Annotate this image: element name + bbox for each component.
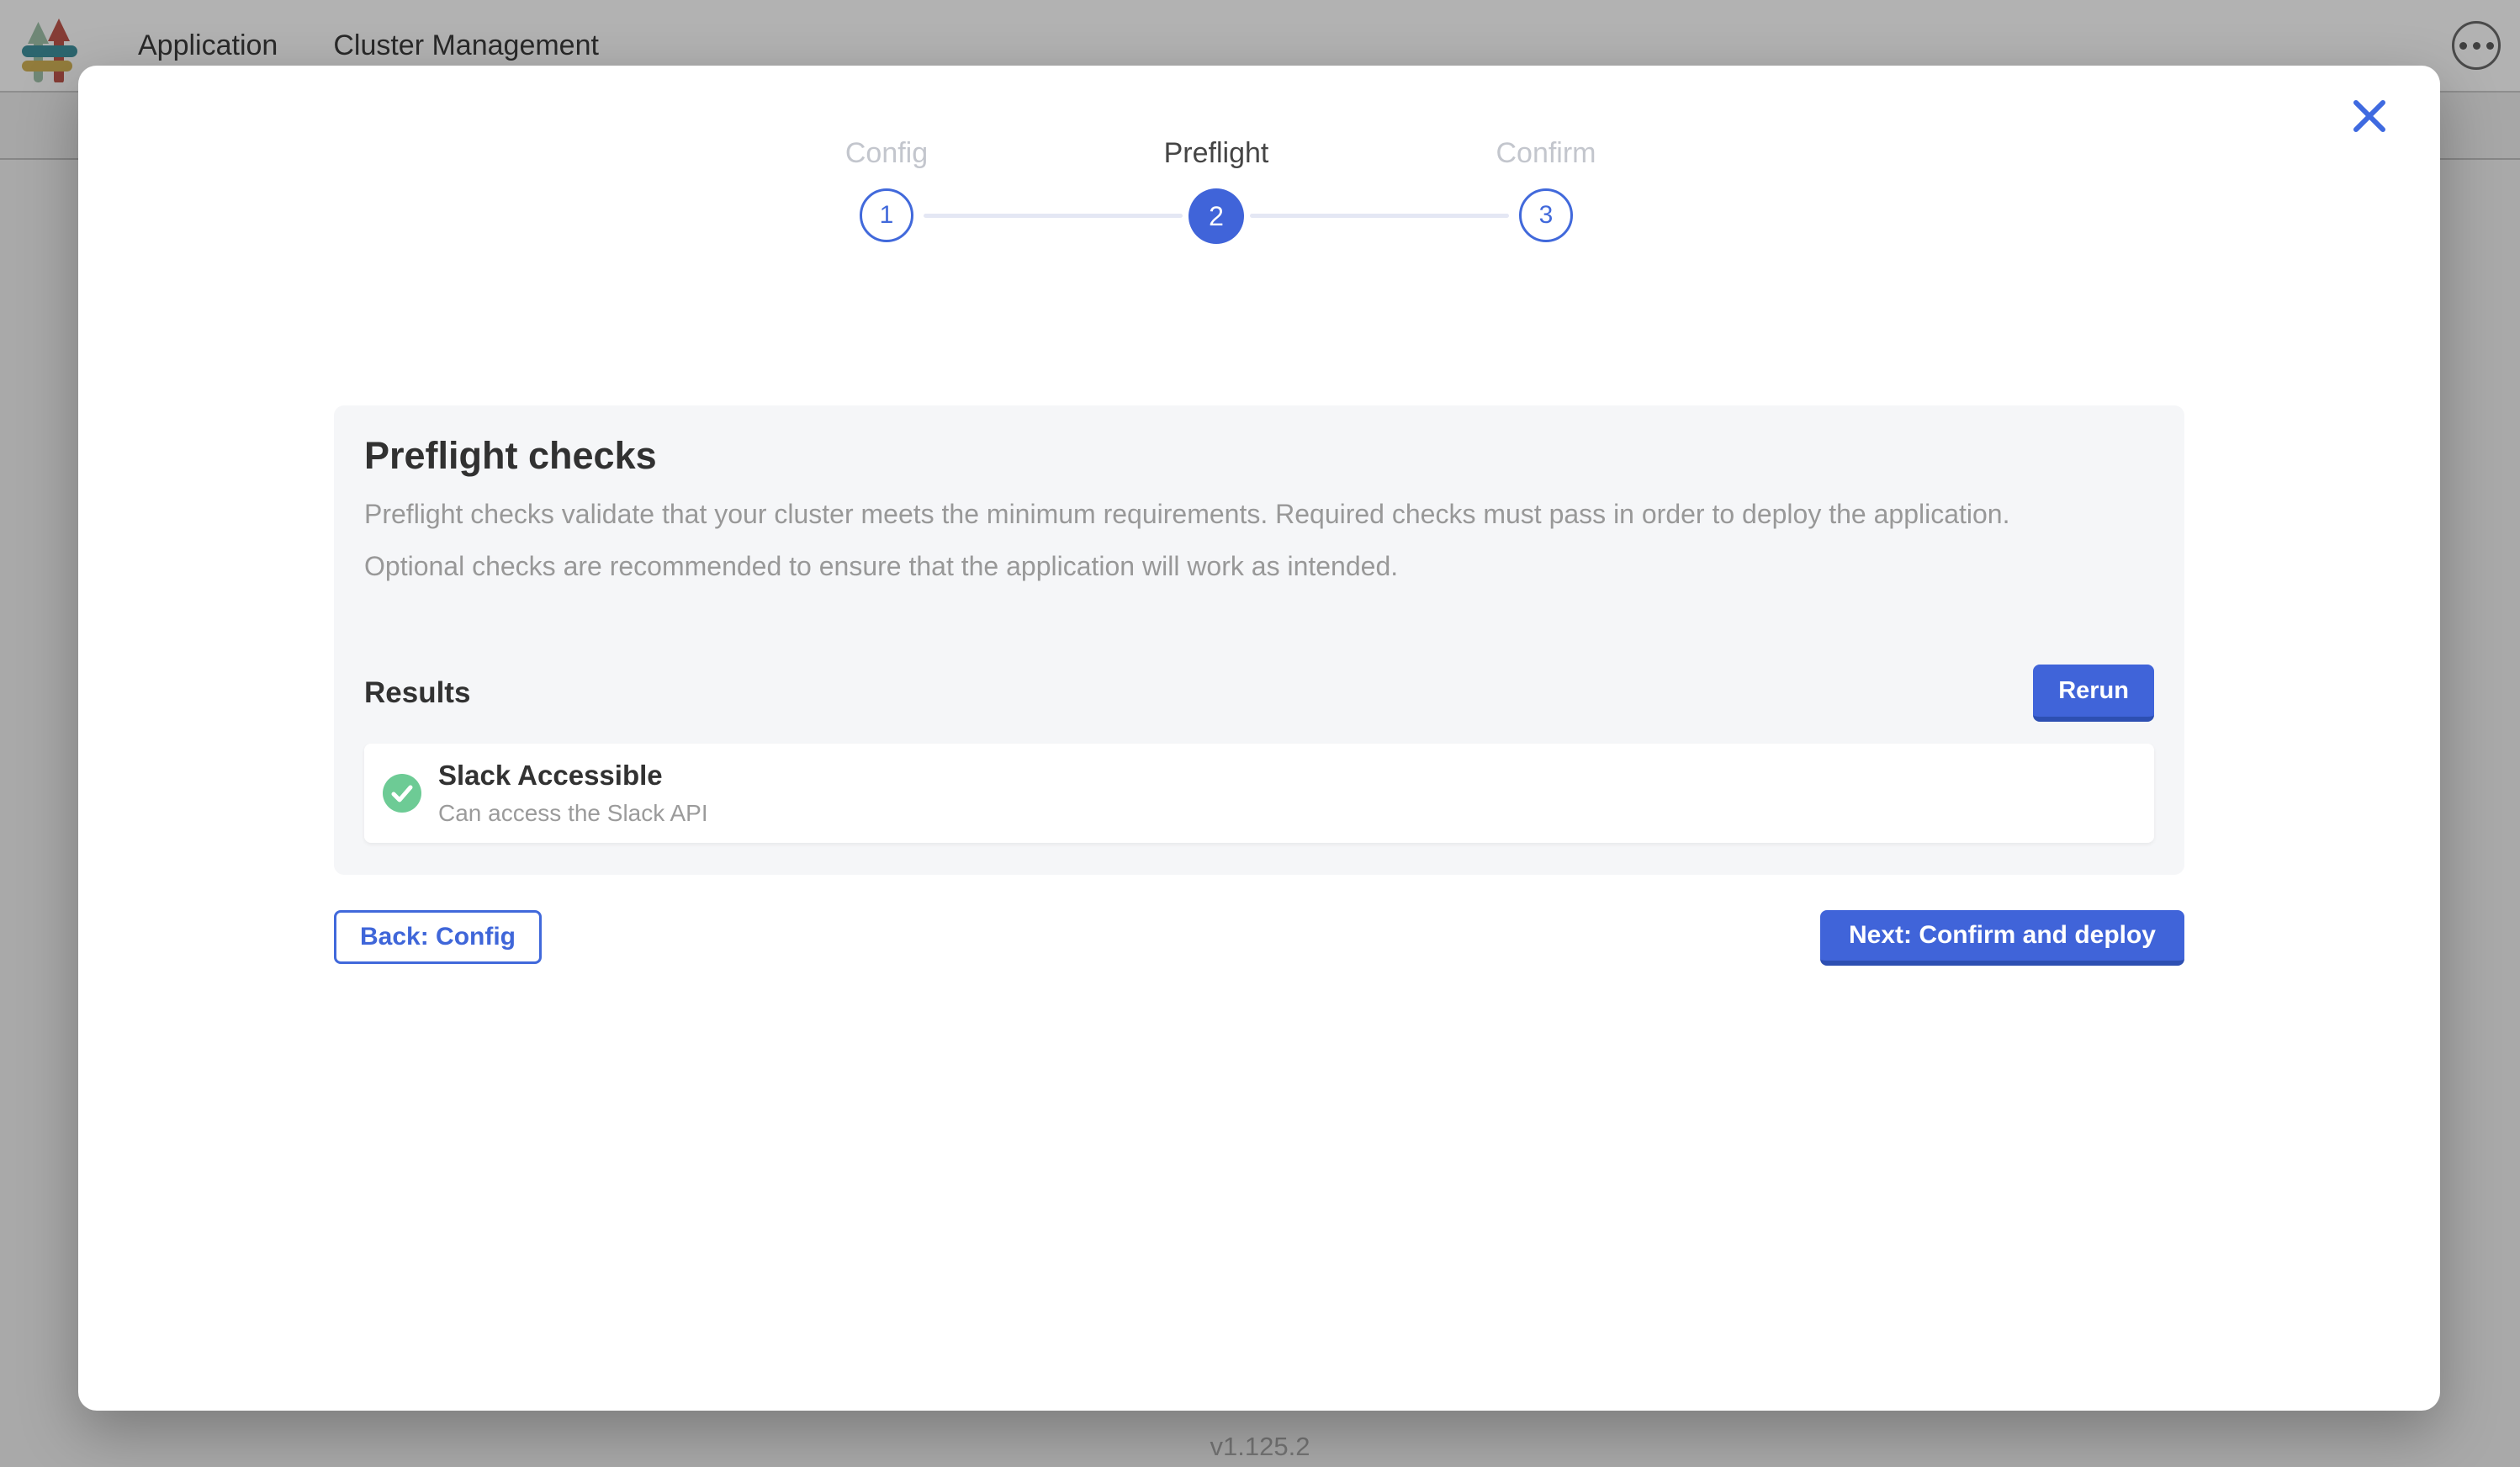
step-circle: 3 <box>1519 188 1573 242</box>
screen: Application Cluster Management v1.125.2 … <box>0 0 2520 1467</box>
step-label: Config <box>845 136 928 170</box>
preflight-modal: Config 1 Preflight 2 Confirm 3 Preflight… <box>78 66 2440 1411</box>
results-header-row: Results Rerun <box>364 665 2154 722</box>
step-circle: 2 <box>1189 188 1244 244</box>
results-title: Results <box>364 676 470 710</box>
next-confirm-deploy-button[interactable]: Next: Confirm and deploy <box>1820 910 2184 966</box>
step-confirm: Confirm 3 <box>1381 136 1711 242</box>
step-label: Preflight <box>1164 136 1269 170</box>
panel-title: Preflight checks <box>364 434 2154 478</box>
modal-actions: Back: Config Next: Confirm and deploy <box>334 910 2184 966</box>
preflight-check-result-card: Slack Accessible Can access the Slack AP… <box>364 744 2154 843</box>
check-detail: Can access the Slack API <box>438 800 708 827</box>
panel-description: Preflight checks validate that your clus… <box>364 488 2105 592</box>
step-config: Config 1 <box>722 136 1051 242</box>
preflight-panel: Preflight checks Preflight checks valida… <box>334 405 2184 875</box>
step-circle: 1 <box>860 188 913 242</box>
step-indicator: Config 1 Preflight 2 Confirm 3 <box>722 136 1711 246</box>
check-title: Slack Accessible <box>438 760 708 792</box>
back-config-button[interactable]: Back: Config <box>334 910 542 964</box>
close-modal-button[interactable] <box>2348 94 2391 138</box>
rerun-button[interactable]: Rerun <box>2033 665 2154 722</box>
step-label: Confirm <box>1496 136 1596 170</box>
close-icon <box>2350 97 2389 135</box>
check-circle-icon <box>383 774 421 813</box>
step-preflight-active: Preflight 2 <box>1051 136 1381 244</box>
check-texts: Slack Accessible Can access the Slack AP… <box>438 760 708 827</box>
